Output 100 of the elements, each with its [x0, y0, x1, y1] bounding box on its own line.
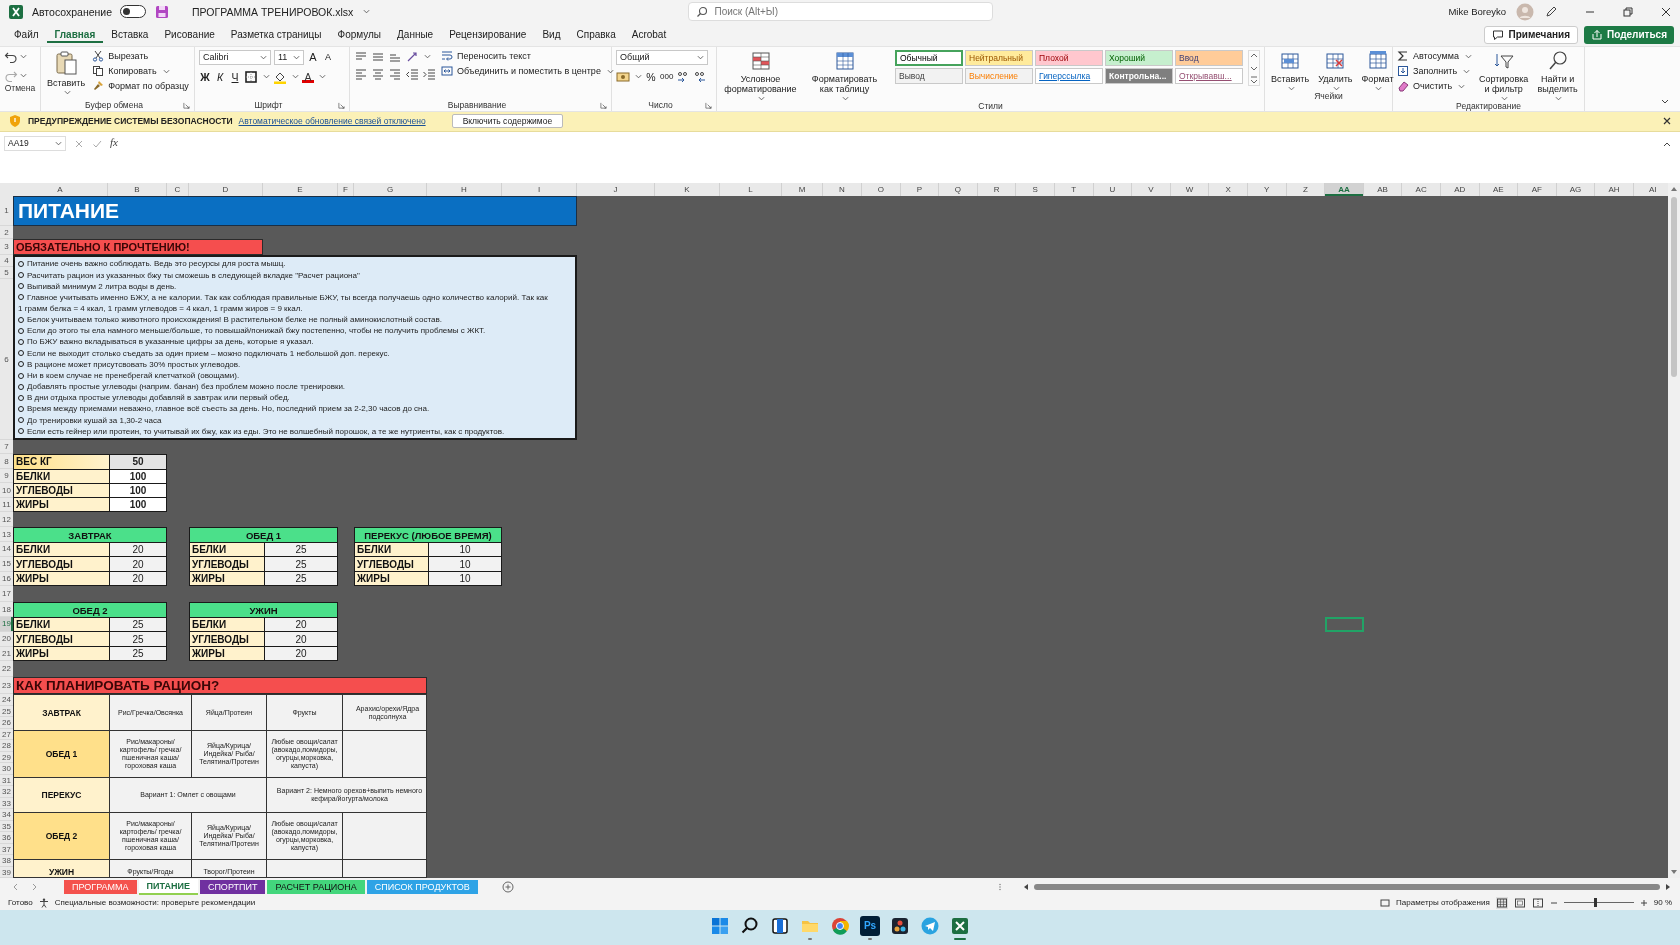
find-select-button[interactable]: Найти и выделить	[1535, 49, 1580, 101]
menu-tab[interactable]: Рисование	[156, 26, 223, 44]
menu-tab[interactable]: Вставка	[103, 26, 157, 44]
column-header[interactable]: E	[263, 183, 338, 197]
menu-tab[interactable]: Справка	[568, 26, 624, 44]
row-header[interactable]: 17	[0, 586, 13, 603]
autosum-button[interactable]: Автосумма	[1397, 49, 1472, 63]
add-sheet-icon[interactable]	[501, 880, 514, 893]
save-icon[interactable]	[154, 3, 171, 20]
accessibility-status[interactable]: Специальные возможности: проверьте рекомендации	[54, 898, 256, 908]
column-header[interactable]: W	[1170, 183, 1210, 197]
restore-icon[interactable]	[1622, 5, 1634, 18]
row-header[interactable]: 30	[0, 763, 13, 775]
increase-font-button[interactable]: A	[307, 51, 319, 64]
row-header[interactable]: 28	[0, 740, 13, 752]
decrease-indent-icon[interactable]	[405, 66, 419, 81]
name-box[interactable]: AA19	[4, 135, 66, 151]
menu-tab[interactable]: Вид	[534, 26, 569, 44]
column-header[interactable]: R	[977, 183, 1017, 197]
thousands-button[interactable]: 000	[660, 72, 674, 82]
close-icon[interactable]	[1660, 5, 1672, 18]
cell-style[interactable]: Обычный	[895, 49, 963, 66]
clear-button[interactable]: Очистить	[1397, 79, 1472, 93]
align-center-icon[interactable]	[371, 66, 385, 81]
font-color-button[interactable]: A	[302, 70, 314, 83]
column-header[interactable]: Q	[939, 183, 978, 197]
page-break-icon[interactable]	[1531, 896, 1544, 909]
dialog-launcher-icon[interactable]	[338, 101, 345, 109]
row-header[interactable]: 5	[0, 267, 13, 280]
column-header[interactable]: G	[354, 183, 427, 197]
row-header[interactable]: 26	[0, 717, 13, 729]
clipboard-action[interactable]: Копировать	[92, 64, 189, 78]
conditional-formatting-button[interactable]: Условное форматирование	[721, 49, 800, 101]
cell-style[interactable]: Открывавш...	[1175, 67, 1243, 84]
row-header[interactable]: 34	[0, 809, 13, 821]
row-header[interactable]: 36	[0, 832, 13, 844]
scroll-up-icon[interactable]	[1250, 51, 1258, 60]
row-header[interactable]: 8	[0, 454, 13, 469]
column-header[interactable]: V	[1132, 183, 1171, 197]
wrap-text-button[interactable]: Переносить текст	[441, 49, 614, 63]
delete-cells-button[interactable]: Удалить	[1316, 49, 1355, 91]
sheet-tab[interactable]: РАСЧЕТ РАЦИОНА	[267, 879, 365, 894]
row-header[interactable]: 18	[0, 602, 13, 618]
insert-function-button[interactable]: fx	[110, 135, 118, 148]
column-header[interactable]: D	[189, 183, 263, 197]
clipboard-action[interactable]: Формат по образцу	[92, 79, 189, 93]
page-layout-icon[interactable]	[1513, 896, 1526, 909]
file-name[interactable]: ПРОГРАММА ТРЕНИРОВОК.xlsx	[192, 5, 354, 18]
zoom-level[interactable]: 90 %	[1653, 898, 1672, 908]
sort-filter-button[interactable]: Сортировка и фильтр	[1476, 49, 1531, 101]
menu-tab[interactable]: Рецензирование	[441, 26, 535, 44]
horizontal-scrollbar[interactable]	[1022, 882, 1672, 891]
gallery-scroll[interactable]	[1248, 49, 1260, 86]
column-header[interactable]: P	[900, 183, 940, 197]
menu-tab[interactable]: Данные	[389, 26, 442, 44]
column-header[interactable]: X	[1209, 183, 1248, 197]
column-header[interactable]: S	[1016, 183, 1055, 197]
row-header[interactable]: 22	[0, 661, 13, 678]
row-header[interactable]: 6	[0, 279, 13, 441]
row-header[interactable]: 13	[0, 527, 13, 543]
menu-tab[interactable]: Разметка страницы	[222, 26, 330, 44]
column-header[interactable]: AI	[1633, 183, 1668, 197]
cell-style[interactable]: Плохой	[1035, 49, 1103, 66]
percent-button[interactable]: %	[645, 70, 657, 83]
underline-button[interactable]: Ч	[229, 70, 241, 83]
format-as-table-button[interactable]: Форматировать как таблицу	[805, 49, 884, 101]
borders-icon[interactable]	[244, 69, 258, 84]
font-name-field[interactable]: Calibri	[199, 49, 271, 65]
search-field[interactable]: Поиск (Alt+Ы)	[687, 2, 993, 22]
cell-style[interactable]: Нейтральный	[965, 49, 1033, 66]
scroll-left-icon[interactable]	[1022, 882, 1030, 891]
column-header[interactable]: AH	[1595, 183, 1634, 197]
scroll-up-icon[interactable]	[1670, 185, 1678, 194]
column-header[interactable]: Z	[1286, 183, 1326, 197]
menu-tab[interactable]: Файл	[6, 26, 47, 44]
decrease-font-button[interactable]: A	[322, 52, 334, 63]
column-header[interactable]: T	[1054, 183, 1094, 197]
italic-button[interactable]: К	[214, 70, 226, 83]
column-header[interactable]: U	[1093, 183, 1133, 197]
menu-tab[interactable]: Формулы	[329, 26, 390, 44]
font-size-field[interactable]: 11	[274, 49, 304, 65]
number-format-field[interactable]: Общий	[616, 49, 708, 65]
split-handle-icon[interactable]	[996, 882, 1004, 891]
column-header[interactable]: M	[782, 183, 823, 197]
previous-sheet-icon[interactable]	[12, 882, 20, 891]
column-header[interactable]: AG	[1556, 183, 1596, 197]
cancel-icon[interactable]	[74, 138, 84, 149]
column-header[interactable]: I	[502, 183, 577, 197]
warning-link[interactable]: Автоматическое обновление связей отключено	[238, 116, 426, 127]
more-icon[interactable]	[1250, 75, 1258, 84]
clipboard-action[interactable]: Вырезать	[92, 49, 189, 63]
autosave-toggle[interactable]	[120, 5, 147, 19]
row-header[interactable]: 38	[0, 855, 13, 867]
enable-content-button[interactable]: Включить содержимое	[451, 114, 564, 129]
vertical-scrollbar[interactable]	[1668, 183, 1680, 879]
merge-center-button[interactable]: Объединить и поместить в центре	[441, 64, 614, 78]
row-header[interactable]: 1	[0, 196, 13, 227]
decrease-decimal-icon[interactable]	[693, 69, 708, 84]
column-header[interactable]: K	[655, 183, 720, 197]
pen-icon[interactable]	[1544, 4, 1558, 19]
